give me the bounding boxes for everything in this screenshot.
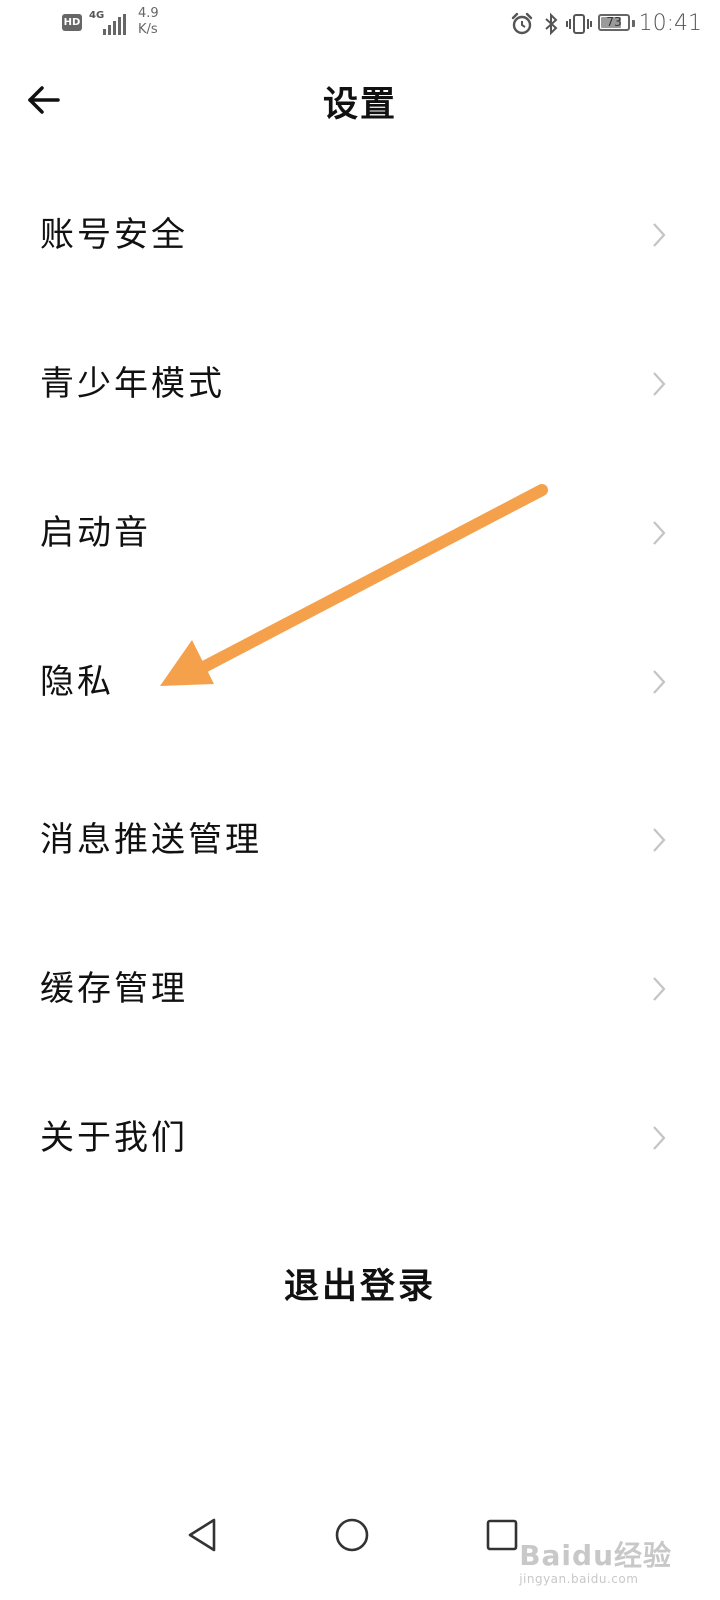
chevron-right-icon xyxy=(653,372,666,396)
chevron-right-icon xyxy=(653,977,666,1001)
settings-item-about-us[interactable]: 关于我们 xyxy=(0,1083,720,1193)
settings-item-account-security[interactable]: 账号安全 xyxy=(0,180,720,290)
chevron-right-icon xyxy=(653,1126,666,1150)
nav-home-icon[interactable] xyxy=(327,1510,377,1560)
alarm-icon xyxy=(511,12,533,35)
vibrate-icon xyxy=(566,14,592,34)
watermark-sub: jingyan.baidu.com xyxy=(519,1572,639,1586)
watermark-main: Baidu经验 xyxy=(519,1539,672,1572)
settings-item-label: 青少年模式 xyxy=(40,364,225,404)
settings-item-cache-management[interactable]: 缓存管理 xyxy=(0,934,720,1044)
settings-item-label: 消息推送管理 xyxy=(40,820,262,860)
battery-level: 73 xyxy=(606,15,622,29)
signal-icon xyxy=(103,14,126,35)
bluetooth-icon xyxy=(545,12,558,36)
header: 设置 xyxy=(0,62,720,136)
settings-item-label: 缓存管理 xyxy=(40,969,188,1009)
network-speed: 4.9 K/s xyxy=(138,6,159,38)
status-right: 73 10:41 xyxy=(510,10,702,40)
chevron-right-icon xyxy=(653,521,666,545)
settings-item-label: 关于我们 xyxy=(40,1118,188,1158)
chevron-right-icon xyxy=(653,223,666,247)
logout-button[interactable]: 退出登录 xyxy=(0,1258,720,1309)
chevron-right-icon xyxy=(653,670,666,694)
settings-item-privacy[interactable]: 隐私 xyxy=(0,627,720,737)
settings-item-label: 启动音 xyxy=(40,513,151,553)
watermark: Baidu经验 jingyan.baidu.com xyxy=(519,1534,672,1586)
settings-item-label: 隐私 xyxy=(40,662,114,702)
settings-item-startup-sound[interactable]: 启动音 xyxy=(0,478,720,588)
status-bar: HD 4G 4.9 K/s 73 10:41 xyxy=(0,0,720,50)
chevron-right-icon xyxy=(653,828,666,852)
hd-badge: HD xyxy=(62,14,82,31)
nav-back-icon[interactable] xyxy=(178,1510,228,1560)
clock: 10:41 xyxy=(638,11,702,36)
speed-value: 4.9 xyxy=(138,6,159,21)
settings-item-teen-mode[interactable]: 青少年模式 xyxy=(0,329,720,439)
settings-item-push-notifications[interactable]: 消息推送管理 xyxy=(0,785,720,895)
settings-item-label: 账号安全 xyxy=(40,215,188,255)
page-title: 设置 xyxy=(322,84,397,125)
speed-unit: K/s xyxy=(138,22,158,37)
battery-indicator: 73 xyxy=(598,14,630,31)
